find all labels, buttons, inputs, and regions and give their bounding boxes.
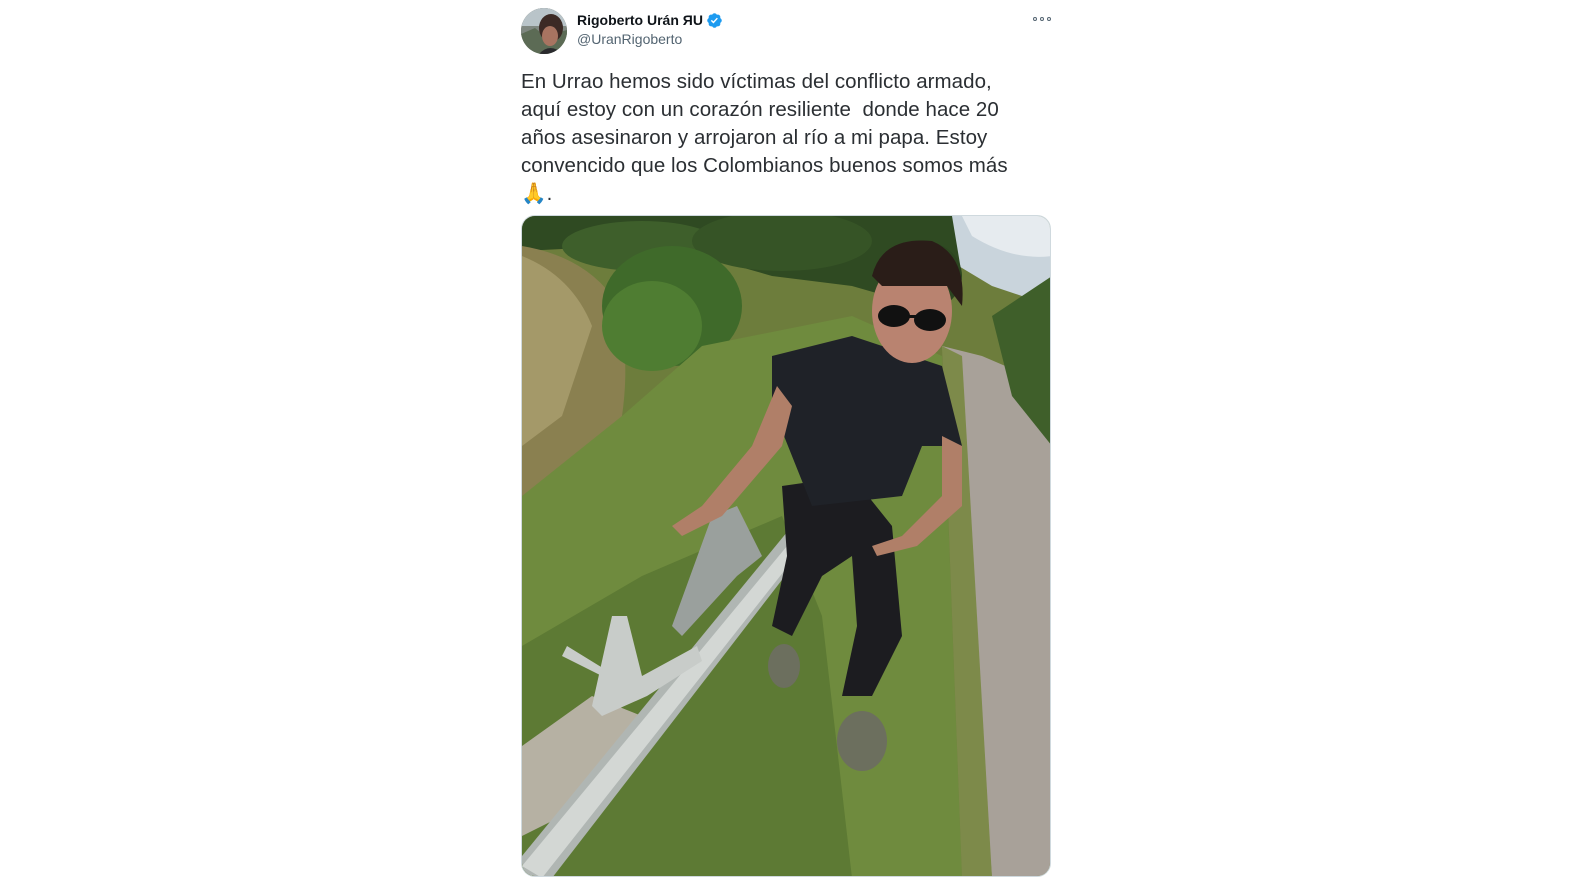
author-handle[interactable]: @UranRigoberto — [577, 31, 723, 47]
more-dot-icon — [1040, 17, 1044, 21]
author-names: Rigoberto Urán ЯU @UranRigoberto — [577, 11, 723, 47]
tweet-card: Rigoberto Urán ЯU @UranRigoberto En Urra… — [521, 0, 1051, 887]
author-display-name[interactable]: Rigoberto Urán ЯU — [577, 12, 703, 28]
author-avatar[interactable] — [521, 8, 567, 54]
more-dot-icon — [1047, 17, 1051, 21]
verified-badge-icon — [707, 12, 722, 28]
tweet-text: En Urrao hemos sido víctimas del conflic… — [521, 70, 1008, 205]
avatar-photo-icon — [521, 8, 567, 54]
tweet-header: Rigoberto Urán ЯU @UranRigoberto — [521, 6, 1051, 54]
more-dot-icon — [1033, 17, 1037, 21]
display-name-row: Rigoberto Urán ЯU — [577, 11, 723, 29]
photo-image — [522, 216, 1050, 876]
tweet-photo[interactable] — [521, 215, 1051, 877]
more-options-icon[interactable] — [1033, 12, 1051, 26]
